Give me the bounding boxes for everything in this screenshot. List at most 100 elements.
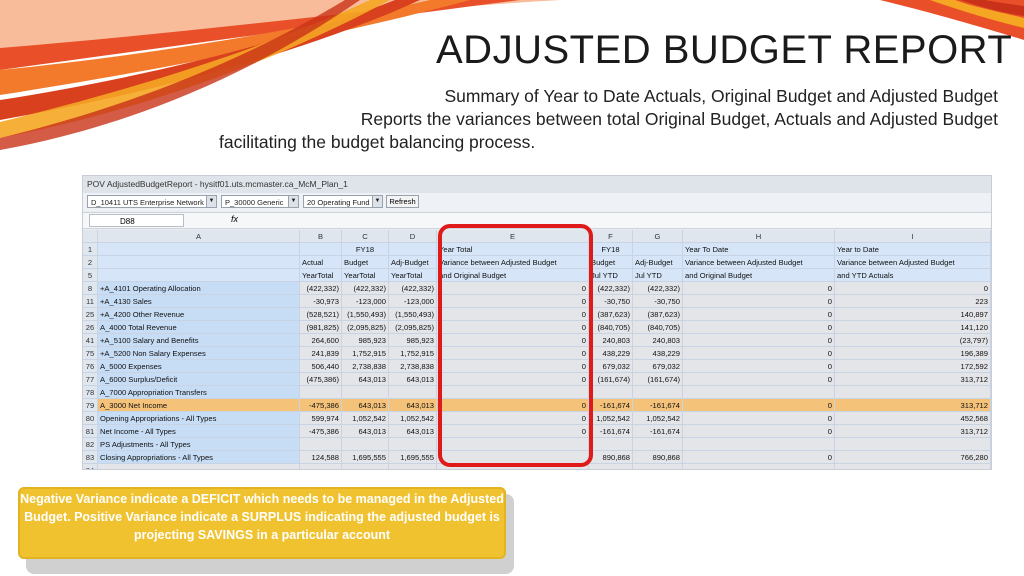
value-cell-d[interactable]: 985,923 — [389, 334, 437, 347]
value-cell-c[interactable]: 2,738,838 — [342, 360, 389, 373]
row-number[interactable]: 80 — [83, 412, 98, 425]
value-cell-c[interactable]: 643,013 — [342, 425, 389, 438]
value-cell-c[interactable]: (422,332) — [342, 282, 389, 295]
value-cell-i[interactable]: 313,712 — [835, 373, 991, 386]
value-cell-b[interactable]: (528,521) — [300, 308, 342, 321]
value-cell-g[interactable]: 1,052,542 — [633, 412, 683, 425]
fund-dropdown[interactable]: 20 Operating Fund ▼ — [303, 195, 383, 208]
row-number[interactable]: 1 — [83, 243, 98, 256]
value-cell-c[interactable]: -123,000 — [342, 295, 389, 308]
account-label[interactable]: Opening Appropriations - All Types — [98, 412, 300, 425]
account-label[interactable]: +A_4101 Operating Allocation — [98, 282, 300, 295]
value-cell-f[interactable]: 240,803 — [589, 334, 633, 347]
account-label[interactable]: +A_5200 Non Salary Expenses — [98, 347, 300, 360]
value-cell-i[interactable]: 140,897 — [835, 308, 991, 321]
value-cell-h[interactable]: 0 — [683, 373, 835, 386]
value-cell-d[interactable]: (422,332) — [389, 282, 437, 295]
header-cell-h[interactable]: Year To Date — [683, 243, 835, 256]
value-cell-h[interactable]: 0 — [683, 347, 835, 360]
header-cell-h[interactable]: and Original Budget — [683, 269, 835, 282]
value-cell-b[interactable] — [300, 386, 342, 399]
value-cell-h[interactable]: 0 — [683, 412, 835, 425]
value-cell-c[interactable]: 1,695,555 — [342, 451, 389, 464]
value-cell-f[interactable]: -161,674 — [589, 399, 633, 412]
header-cell-a[interactable] — [98, 243, 300, 256]
value-cell-d[interactable]: 643,013 — [389, 373, 437, 386]
value-cell-b[interactable]: (422,332) — [300, 282, 342, 295]
value-cell-c[interactable]: 1,752,915 — [342, 347, 389, 360]
value-cell-h[interactable] — [683, 464, 835, 469]
value-cell-i[interactable]: 452,568 — [835, 412, 991, 425]
value-cell-g[interactable]: -161,674 — [633, 399, 683, 412]
row-number[interactable]: 79 — [83, 399, 98, 412]
account-label[interactable]: PS Adjustments - All Types — [98, 438, 300, 451]
project-dropdown[interactable]: P_30000 Generic ▼ — [221, 195, 299, 208]
value-cell-d[interactable]: 1,752,915 — [389, 347, 437, 360]
value-cell-b[interactable]: 506,440 — [300, 360, 342, 373]
name-box[interactable]: D88 — [89, 214, 184, 227]
value-cell-d[interactable]: -123,000 — [389, 295, 437, 308]
value-cell-h[interactable]: 0 — [683, 399, 835, 412]
value-cell-c[interactable]: 643,013 — [342, 399, 389, 412]
header-cell-a[interactable] — [98, 269, 300, 282]
value-cell-b[interactable]: (475,386) — [300, 373, 342, 386]
chevron-down-icon[interactable]: ▼ — [288, 196, 298, 207]
value-cell-h[interactable]: 0 — [683, 295, 835, 308]
value-cell-g[interactable]: 679,032 — [633, 360, 683, 373]
value-cell-h[interactable] — [683, 386, 835, 399]
header-cell-c[interactable]: FY18 — [342, 243, 389, 256]
value-cell-b[interactable] — [300, 464, 342, 469]
value-cell-g[interactable] — [633, 464, 683, 469]
header-cell-f[interactable]: Budget — [589, 256, 633, 269]
chevron-down-icon[interactable]: ▼ — [206, 196, 216, 207]
row-number[interactable]: 84 — [83, 464, 98, 469]
header-cell-a[interactable] — [98, 256, 300, 269]
value-cell-c[interactable]: 985,923 — [342, 334, 389, 347]
value-cell-f[interactable]: (161,674) — [589, 373, 633, 386]
value-cell-d[interactable]: 1,052,542 — [389, 412, 437, 425]
value-cell-c[interactable]: 1,052,542 — [342, 412, 389, 425]
value-cell-i[interactable]: 141,120 — [835, 321, 991, 334]
value-cell-h[interactable]: 0 — [683, 334, 835, 347]
value-cell-d[interactable] — [389, 386, 437, 399]
value-cell-b[interactable]: -30,973 — [300, 295, 342, 308]
row-number[interactable]: 75 — [83, 347, 98, 360]
fx-icon[interactable]: fx — [231, 214, 238, 224]
value-cell-c[interactable] — [342, 386, 389, 399]
column-header-g[interactable]: G — [633, 230, 683, 243]
value-cell-c[interactable] — [342, 438, 389, 451]
value-cell-i[interactable]: 313,712 — [835, 399, 991, 412]
value-cell-g[interactable]: (422,332) — [633, 282, 683, 295]
account-label[interactable]: A_4000 Total Revenue — [98, 321, 300, 334]
select-all-corner[interactable] — [83, 230, 98, 243]
value-cell-b[interactable]: 241,839 — [300, 347, 342, 360]
value-cell-g[interactable]: -161,674 — [633, 425, 683, 438]
value-cell-i[interactable] — [835, 464, 991, 469]
header-cell-c[interactable]: Budget — [342, 256, 389, 269]
value-cell-d[interactable] — [389, 438, 437, 451]
value-cell-g[interactable]: 438,229 — [633, 347, 683, 360]
value-cell-h[interactable]: 0 — [683, 425, 835, 438]
value-cell-f[interactable]: (422,332) — [589, 282, 633, 295]
account-label[interactable]: A_7000 Appropriation Transfers — [98, 386, 300, 399]
value-cell-d[interactable]: (2,095,825) — [389, 321, 437, 334]
value-cell-g[interactable]: (387,623) — [633, 308, 683, 321]
row-number[interactable]: 8 — [83, 282, 98, 295]
account-label[interactable]: A_5000 Expenses — [98, 360, 300, 373]
value-cell-i[interactable]: (23,797) — [835, 334, 991, 347]
account-label[interactable]: Net Income - All Types — [98, 425, 300, 438]
value-cell-f[interactable]: 1,052,542 — [589, 412, 633, 425]
value-cell-h[interactable]: 0 — [683, 308, 835, 321]
value-cell-c[interactable]: (1,550,493) — [342, 308, 389, 321]
value-cell-f[interactable]: (840,705) — [589, 321, 633, 334]
value-cell-h[interactable]: 0 — [683, 451, 835, 464]
value-cell-f[interactable]: -30,750 — [589, 295, 633, 308]
value-cell-i[interactable] — [835, 438, 991, 451]
value-cell-b[interactable]: -475,386 — [300, 425, 342, 438]
row-number[interactable]: 41 — [83, 334, 98, 347]
header-cell-h[interactable]: Variance between Adjusted Budget — [683, 256, 835, 269]
header-cell-b[interactable]: Actual — [300, 256, 342, 269]
header-cell-c[interactable]: YearTotal — [342, 269, 389, 282]
column-header-h[interactable]: H — [683, 230, 835, 243]
entity-dropdown[interactable]: D_10411 UTS Enterprise Network ▼ — [87, 195, 217, 208]
